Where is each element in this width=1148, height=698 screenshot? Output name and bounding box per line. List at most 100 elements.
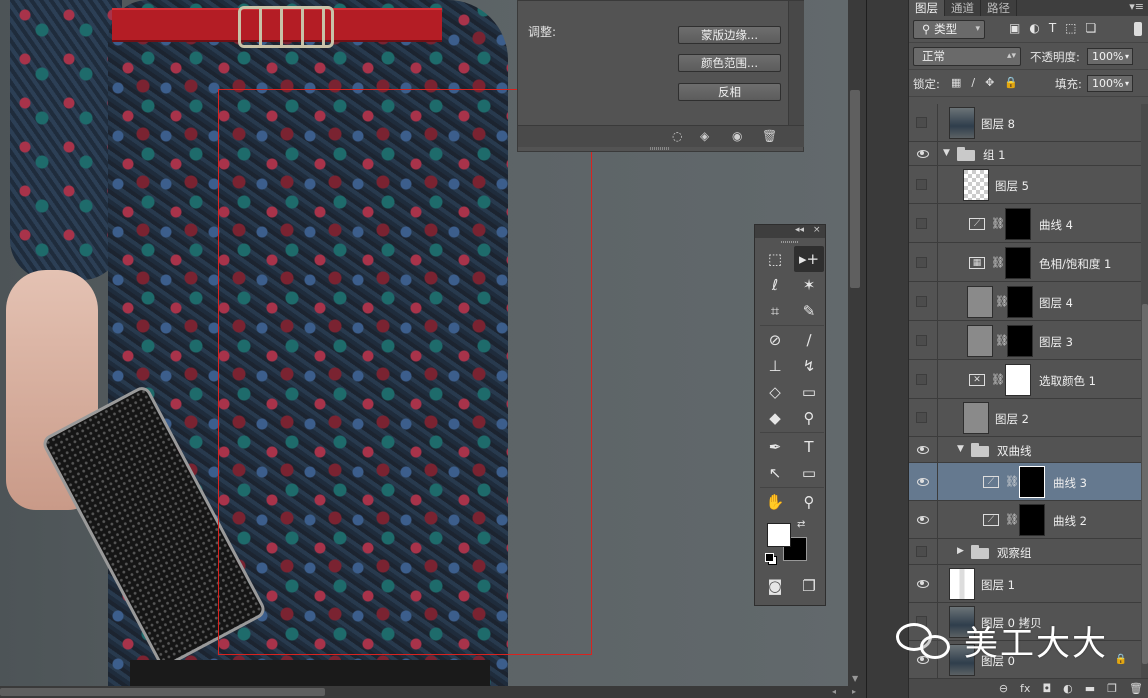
shape-filter-icon[interactable]: ⬚ [1065,21,1076,35]
foreground-color-swatch[interactable] [767,523,791,547]
mask-edge-button[interactable]: 蒙版边缘... [678,26,781,44]
scroll-left-arrow-icon[interactable]: ◂ [832,687,836,696]
delete-layer-icon[interactable]: 🗑 [1129,679,1143,698]
lock-pixels-icon[interactable]: ∕ [971,76,975,89]
properties-scrollbar[interactable] [788,1,804,125]
close-icon[interactable]: × [813,225,821,235]
smart-object-filter-icon[interactable]: ❏ [1086,21,1097,35]
chevron-down-icon[interactable]: ▼ [943,148,950,158]
lasso-tool-icon[interactable]: ℓ [760,272,790,298]
new-layer-icon[interactable]: ❐ [1107,679,1117,698]
canvas-vertical-scrollbar[interactable]: ▼ [848,0,866,686]
rectangle-tool-icon[interactable]: ▭ [794,460,824,486]
link-icon[interactable]: ⛓ [1005,475,1019,488]
layer-row[interactable]: ⛓ 图层 3 [909,321,1141,360]
layer-row[interactable]: 图层 0 🔒 [909,641,1141,678]
layer-row[interactable]: 图层 0 拷贝 [909,603,1141,641]
zoom-tool-icon[interactable]: ⚲ [794,489,824,515]
visibility-toggle-empty[interactable] [916,334,927,346]
visibility-toggle-empty[interactable] [916,217,927,229]
visibility-icon[interactable]: ◉ [732,129,742,143]
link-icon[interactable]: ⛓ [991,256,1005,269]
filter-kind-select[interactable]: ⚲ 类型 ▾ [913,20,985,39]
lock-transparent-icon[interactable]: ▦ [951,76,961,89]
layer-row[interactable]: ▼ 双曲线 [909,437,1141,463]
new-group-icon[interactable]: ▬ [1085,679,1095,698]
crop-tool-icon[interactable]: ⌗ [760,298,790,324]
invert-button[interactable]: 反相 [678,83,781,101]
eye-icon[interactable] [916,148,930,160]
canvas-horizontal-scrollbar[interactable]: ◂ ▸ [0,686,866,698]
visibility-toggle-empty[interactable] [916,295,927,307]
healing-brush-tool-icon[interactable]: ⊘ [760,327,790,353]
default-colors-icon[interactable] [765,553,777,565]
trash-icon[interactable]: 🗑 [762,129,777,143]
eye-icon[interactable] [916,444,930,456]
move-tool-icon[interactable]: ▸+ [794,246,824,272]
tab-channels[interactable]: 通道 [945,0,981,16]
tab-paths[interactable]: 路径 [981,0,1017,16]
eraser-tool-icon[interactable]: ◇ [760,379,790,405]
pen-tool-icon[interactable]: ✒ [760,434,790,460]
hand-tool-icon[interactable]: ✋ [760,489,790,515]
tools-grip[interactable] [755,238,825,246]
visibility-toggle-empty[interactable] [916,546,927,557]
canvas-vertical-scroll-thumb[interactable] [850,90,860,288]
eye-icon[interactable] [916,578,930,590]
layer-mask-thumbnail[interactable] [1019,504,1045,536]
visibility-toggle-empty[interactable] [916,373,927,385]
layer-row[interactable]: ⛓ 图层 4 [909,282,1141,321]
layer-style-icon[interactable]: fx [1020,679,1030,698]
fill-field[interactable]: 100% ▾ [1087,75,1133,92]
layer-mask-thumbnail[interactable] [1007,285,1033,318]
layers-scrollbar[interactable] [1141,104,1148,678]
type-tool-icon[interactable]: T [794,434,824,460]
tools-header[interactable]: ◂◂ × [755,225,825,238]
tab-layers[interactable]: 图层 [909,0,945,16]
brush-tool-icon[interactable]: ∕ [794,327,824,353]
visibility-toggle-empty[interactable] [916,256,927,268]
adjustment-filter-icon[interactable]: ◐ [1029,21,1039,35]
lock-all-icon[interactable]: 🔒 [1004,76,1018,89]
layer-thumbnail[interactable] [949,644,975,676]
visibility-toggle-empty[interactable] [916,117,927,128]
layer-mask-thumbnail[interactable] [1007,324,1033,357]
visibility-toggle-empty[interactable] [916,179,927,190]
swap-colors-icon[interactable]: ⇄ [797,519,805,530]
link-icon[interactable]: ⛓ [1005,513,1019,526]
layer-thumbnail[interactable] [963,402,989,434]
layers-scroll-thumb[interactable] [1142,304,1148,664]
collapse-icon[interactable]: ◂◂ [795,225,804,235]
layer-mask-thumbnail[interactable] [1005,246,1031,279]
blend-mode-select[interactable]: 正常 ▴▾ [913,47,1021,66]
scroll-right-arrow-icon[interactable]: ▸ [852,687,856,696]
layer-thumbnail[interactable] [963,169,989,201]
apply-mask-icon[interactable]: ◈ [700,129,709,143]
layer-thumbnail[interactable] [949,568,975,600]
clone-stamp-tool-icon[interactable]: ⊥ [760,353,790,379]
new-adjustment-icon[interactable]: ◐ [1063,679,1073,698]
layer-mask-thumbnail[interactable] [1005,363,1031,396]
scroll-down-arrow-icon[interactable]: ▼ [852,674,858,683]
link-layers-icon[interactable]: ⊖ [999,679,1008,698]
layer-row[interactable]: 图层 2 [909,399,1141,437]
link-icon[interactable]: ⛓ [991,373,1005,386]
marquee-tool-icon[interactable]: ⬚ [760,246,790,272]
type-filter-icon[interactable]: T [1049,21,1056,35]
dodge-tool-icon[interactable]: ⚲ [794,405,824,431]
eye-icon[interactable] [916,476,930,488]
eye-icon[interactable] [916,514,930,526]
chevron-right-icon[interactable]: ▶ [957,546,964,556]
filter-toggle[interactable] [1134,22,1142,36]
layer-row[interactable]: 图层 8 [909,104,1141,142]
layer-row[interactable]: ⟋ ⛓ 曲线 3 [909,463,1141,501]
screen-mode-icon[interactable]: ❐ [794,573,824,599]
layer-thumbnail[interactable] [967,285,993,318]
layer-row[interactable]: 图层 5 [909,166,1141,204]
document-canvas[interactable]: 调整: 蒙版边缘... 颜色范围... 反相 ◌ ◈ ◉ 🗑 ◂◂ × ⬚ ▸+… [0,0,848,686]
selection-rectangle[interactable] [218,89,592,655]
visibility-toggle-empty[interactable] [916,412,927,423]
opacity-field[interactable]: 100% ▾ [1087,48,1133,65]
quick-mask-icon[interactable]: ◙ [760,573,790,599]
pixel-filter-icon[interactable]: ▣ [1009,21,1020,35]
